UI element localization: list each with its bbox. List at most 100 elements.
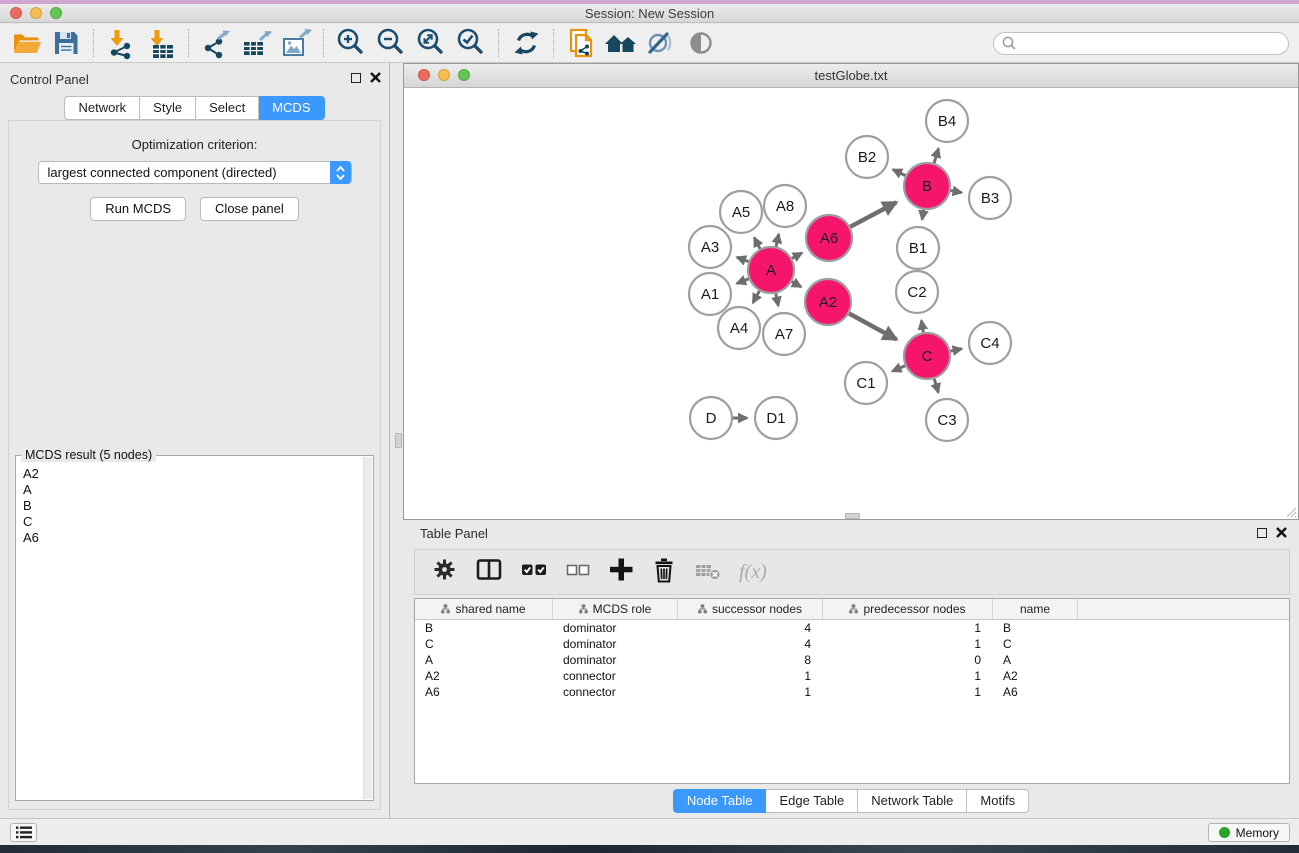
table-cell[interactable]: 8: [678, 652, 823, 668]
result-scrollbar[interactable]: [363, 457, 372, 799]
table-cell[interactable]: 1: [678, 684, 823, 700]
export-network-icon[interactable]: [196, 25, 236, 61]
table-cell[interactable]: A2: [415, 668, 553, 684]
home-icon[interactable]: [601, 25, 641, 61]
table-cell[interactable]: 0: [823, 652, 993, 668]
table-cell[interactable]: 4: [678, 636, 823, 652]
graph-edge-A-A3[interactable]: [737, 257, 749, 261]
table-cell[interactable]: A6: [415, 684, 553, 700]
table-row[interactable]: Bdominator41B: [415, 620, 1289, 636]
node-table[interactable]: shared nameMCDS rolesuccessor nodesprede…: [414, 598, 1290, 784]
table-tab-network-table[interactable]: Network Table: [858, 789, 967, 813]
graph-edge-C-C3[interactable]: [934, 379, 938, 393]
table-tab-edge-table[interactable]: Edge Table: [766, 789, 858, 813]
graph-edge-C-C1[interactable]: [892, 366, 905, 372]
search-box[interactable]: [993, 32, 1289, 55]
column-header-successor-nodes[interactable]: successor nodes: [678, 599, 823, 619]
table-row[interactable]: Cdominator41C: [415, 636, 1289, 652]
column-header-name[interactable]: name: [993, 599, 1078, 619]
tab-select[interactable]: Select: [196, 96, 259, 120]
table-cell[interactable]: B: [415, 620, 553, 636]
float-table-panel-icon[interactable]: [1257, 528, 1267, 538]
import-network-icon[interactable]: [101, 25, 141, 61]
graph-edge-A-A1[interactable]: [737, 279, 749, 284]
open-session-icon[interactable]: [6, 25, 46, 61]
table-tab-motifs[interactable]: Motifs: [967, 789, 1029, 813]
column-header-shared-name[interactable]: shared name: [415, 599, 553, 619]
horizontal-split-handle[interactable]: [845, 513, 860, 519]
graph-edge-C-C4[interactable]: [951, 349, 962, 351]
graph-edge-B-B2[interactable]: [893, 170, 906, 176]
result-item[interactable]: A6: [23, 530, 363, 546]
table-cell[interactable]: C: [993, 636, 1078, 652]
graph-edge-A2-C[interactable]: [849, 314, 896, 340]
result-item[interactable]: C: [23, 514, 363, 530]
table-cell[interactable]: 4: [678, 620, 823, 636]
graph-edge-A-A7[interactable]: [776, 294, 779, 306]
graph-edge-A-A2[interactable]: [792, 282, 801, 287]
table-cell[interactable]: B: [993, 620, 1078, 636]
graph-edge-A6-B[interactable]: [850, 202, 896, 227]
gear-icon[interactable]: [431, 556, 458, 588]
close-table-panel-icon[interactable]: [1276, 527, 1287, 538]
search-input[interactable]: [1018, 34, 1288, 52]
hide-graphics-details-icon[interactable]: [641, 25, 681, 61]
graph-edge-B-B1[interactable]: [922, 210, 924, 220]
graph-edge-A-A5[interactable]: [754, 238, 760, 249]
tab-mcds[interactable]: MCDS: [259, 96, 324, 120]
memory-button[interactable]: Memory: [1208, 823, 1290, 842]
result-item[interactable]: B: [23, 498, 363, 514]
table-row[interactable]: A2connector11A2: [415, 668, 1289, 684]
import-table-icon[interactable]: [141, 25, 181, 61]
result-item[interactable]: A2: [23, 466, 363, 482]
split-column-icon[interactable]: [475, 556, 503, 588]
table-cell[interactable]: 1: [678, 668, 823, 684]
table-cell[interactable]: A: [993, 652, 1078, 668]
table-cell[interactable]: dominator: [553, 620, 678, 636]
run-mcds-button[interactable]: Run MCDS: [90, 197, 186, 221]
zoom-out-icon[interactable]: [371, 25, 411, 61]
table-cell[interactable]: 1: [823, 684, 993, 700]
task-history-button[interactable]: [10, 823, 37, 842]
select-all-icon[interactable]: [520, 556, 548, 588]
result-item[interactable]: A: [23, 482, 363, 498]
network-canvas[interactable]: B4B2BB3A8A5A6B1A3AC2A1A2A4A7C4CC1DD1C3: [404, 89, 1298, 519]
function-builder-icon[interactable]: f(x): [739, 561, 767, 584]
table-cell[interactable]: 1: [823, 636, 993, 652]
delete-table-icon[interactable]: [694, 556, 722, 588]
save-session-icon[interactable]: [46, 25, 86, 61]
graph-edge-B-B3[interactable]: [951, 191, 962, 193]
table-cell[interactable]: connector: [553, 684, 678, 700]
criterion-dropdown[interactable]: largest connected component (directed): [38, 161, 352, 184]
duplicate-network-icon[interactable]: [561, 25, 601, 61]
vertical-split-handle[interactable]: [395, 433, 402, 448]
zoom-in-icon[interactable]: [331, 25, 371, 61]
column-header-MCDS-role[interactable]: MCDS role: [553, 599, 678, 619]
refresh-network-icon[interactable]: [506, 25, 546, 61]
column-header-predecessor-nodes[interactable]: predecessor nodes: [823, 599, 993, 619]
export-table-icon[interactable]: [236, 25, 276, 61]
show-graphics-details-icon[interactable]: [681, 25, 721, 61]
table-cell[interactable]: dominator: [553, 652, 678, 668]
network-window-titlebar[interactable]: testGlobe.txt: [404, 64, 1298, 88]
close-panel-icon[interactable]: [370, 72, 381, 83]
float-panel-icon[interactable]: [351, 73, 361, 83]
mcds-result-list[interactable]: A2ABCA6: [16, 460, 363, 799]
resize-grip-icon[interactable]: [1283, 504, 1297, 518]
table-row[interactable]: Adominator80A: [415, 652, 1289, 668]
zoom-selected-icon[interactable]: [451, 25, 491, 61]
table-cell[interactable]: 1: [823, 620, 993, 636]
export-image-icon[interactable]: [276, 25, 316, 61]
graph-edge-A-A4[interactable]: [753, 291, 760, 303]
tab-network[interactable]: Network: [64, 96, 140, 120]
table-tab-node-table[interactable]: Node Table: [673, 789, 767, 813]
graph-edge-C-C2[interactable]: [921, 321, 923, 333]
table-row[interactable]: A6connector11A6: [415, 684, 1289, 700]
table-cell[interactable]: 1: [823, 668, 993, 684]
table-cell[interactable]: A2: [993, 668, 1078, 684]
table-cell[interactable]: C: [415, 636, 553, 652]
close-panel-button[interactable]: Close panel: [200, 197, 299, 221]
tab-style[interactable]: Style: [140, 96, 196, 120]
deselect-all-icon[interactable]: [565, 556, 591, 588]
table-cell[interactable]: dominator: [553, 636, 678, 652]
